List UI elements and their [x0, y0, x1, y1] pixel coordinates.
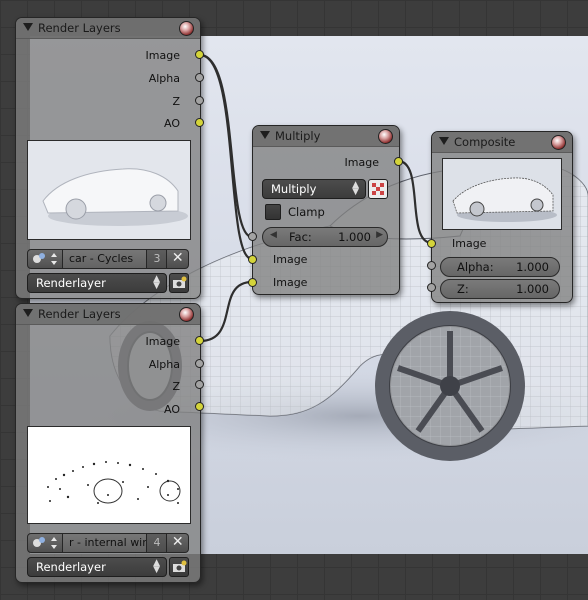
socket-composite-image[interactable]: [427, 239, 436, 248]
scene-user-count: 4: [147, 533, 168, 553]
render-preview-thumbnail: [27, 426, 191, 524]
socket-rl2-z[interactable]: [195, 380, 204, 389]
output-label-z: Z: [172, 95, 180, 108]
triangle-down-icon[interactable]: [23, 23, 33, 31]
checker-icon[interactable]: [368, 179, 388, 199]
right-arrow-icon[interactable]: ▶: [376, 230, 383, 240]
link-rl1-image-to-fac: [199, 53, 253, 239]
z-label: Z:: [457, 282, 469, 296]
scene-selector-row: r - internal wire 4 ✕: [27, 533, 189, 553]
node-title: Render Layers: [38, 21, 121, 35]
sphere-icon[interactable]: [551, 135, 566, 150]
node-header[interactable]: Render Layers: [16, 18, 200, 39]
fac-value: 1.000: [338, 230, 371, 244]
socket-multiply-output-image[interactable]: [394, 157, 403, 166]
link-rl2-image-to-multiply-image2: [199, 280, 253, 343]
composite-preview-thumbnail: [442, 158, 562, 230]
blend-mode-dropdown[interactable]: Multiply ▲ ▼: [262, 179, 366, 199]
socket-rl2-ao[interactable]: [195, 402, 204, 411]
blend-mode-value: Multiply: [271, 182, 317, 196]
left-arrow-icon[interactable]: ◀: [270, 230, 277, 240]
composite-node[interactable]: Composite Image Alpha: 1.000 Z: 1.000: [431, 131, 573, 303]
socket-rl2-image[interactable]: [195, 336, 204, 345]
output-label-z: Z: [172, 380, 180, 393]
x-icon[interactable]: ✕: [167, 249, 189, 269]
link-multiply-to-composite: [397, 159, 433, 245]
scene-selector-row: car - Cycles 3 ✕: [27, 249, 189, 269]
scene-name-field[interactable]: r - internal wire: [63, 533, 148, 553]
multiply-node[interactable]: Multiply Image Multiply ▲ ▼ Clamp ◀ Fac: …: [252, 125, 400, 295]
camera-render-icon[interactable]: [169, 273, 189, 293]
up-down-arrows-icon: ▲ ▼: [153, 558, 160, 575]
sphere-icon[interactable]: [378, 129, 393, 144]
socket-multiply-fac[interactable]: [248, 232, 257, 241]
up-down-arrows-icon: ▲ ▼: [153, 274, 160, 291]
node-title: Render Layers: [38, 307, 121, 321]
triangle-down-icon[interactable]: [23, 309, 33, 317]
output-label-alpha: Alpha: [148, 72, 180, 85]
triangle-down-icon[interactable]: [439, 137, 449, 145]
wire-render-preview: [28, 427, 190, 523]
socket-multiply-image-2[interactable]: [248, 278, 257, 287]
node-header[interactable]: Render Layers: [16, 304, 200, 325]
socket-composite-z[interactable]: [427, 283, 436, 292]
sphere-icon[interactable]: [179, 307, 194, 322]
alpha-label: Alpha:: [457, 260, 494, 274]
socket-multiply-image-1[interactable]: [248, 255, 257, 264]
car-composite-preview: [443, 159, 561, 229]
x-icon[interactable]: ✕: [167, 533, 189, 553]
output-label-image: Image: [145, 335, 180, 348]
output-label-alpha: Alpha: [148, 358, 180, 371]
clamp-label: Clamp: [288, 205, 325, 219]
output-label-ao: AO: [164, 403, 180, 416]
scene-user-count: 3: [147, 249, 168, 269]
node-header[interactable]: Composite: [432, 132, 572, 153]
input-label-image: Image: [452, 237, 487, 250]
scene-browse-glyph: [33, 537, 57, 549]
input-label-image-1: Image: [273, 253, 308, 266]
up-down-arrows-icon: ▲ ▼: [352, 180, 359, 197]
render-layer-dropdown[interactable]: Renderlayer ▲ ▼: [27, 273, 167, 293]
render-preview-thumbnail: [27, 140, 191, 240]
output-label-ao: AO: [164, 117, 180, 130]
z-field[interactable]: Z: 1.000: [440, 279, 560, 299]
scene-browse-glyph: [33, 253, 57, 265]
clamp-checkbox[interactable]: [265, 204, 281, 220]
z-value: 1.000: [516, 282, 549, 296]
camera-glyph: [173, 276, 187, 288]
camera-glyph: [173, 560, 187, 572]
fac-field[interactable]: ◀ Fac: 1.000 ▶: [262, 227, 388, 247]
scene-browse-icon[interactable]: [27, 249, 63, 269]
scene-browse-icon[interactable]: [27, 533, 63, 553]
node-header[interactable]: Multiply: [253, 126, 399, 147]
input-label-image-2: Image: [273, 276, 308, 289]
fac-label: Fac:: [289, 230, 312, 244]
render-layer-value: Renderlayer: [36, 560, 106, 574]
camera-render-icon[interactable]: [169, 557, 189, 577]
socket-rl1-ao[interactable]: [195, 118, 204, 127]
sphere-icon[interactable]: [179, 21, 194, 36]
render-layer-value: Renderlayer: [36, 276, 106, 290]
render-layer-dropdown[interactable]: Renderlayer ▲ ▼: [27, 557, 167, 577]
car-render-preview: [28, 141, 190, 239]
output-label-image: Image: [344, 156, 379, 169]
scene-name-field[interactable]: car - Cycles: [63, 249, 148, 269]
socket-rl1-image[interactable]: [195, 50, 204, 59]
triangle-down-icon[interactable]: [260, 131, 270, 139]
alpha-field[interactable]: Alpha: 1.000: [440, 257, 560, 277]
node-title: Multiply: [275, 129, 321, 143]
render-layers-node-2[interactable]: Render Layers Image Alpha Z AO r - inter…: [15, 303, 201, 583]
output-label-image: Image: [145, 49, 180, 62]
socket-rl2-alpha[interactable]: [195, 359, 204, 368]
node-title: Composite: [454, 135, 516, 149]
checker-glyph: [372, 183, 384, 195]
render-layers-node-1[interactable]: Render Layers Image Alpha Z AO car - Cyc…: [15, 17, 201, 299]
alpha-value: 1.000: [516, 260, 549, 274]
socket-rl1-alpha[interactable]: [195, 73, 204, 82]
socket-rl1-z[interactable]: [195, 96, 204, 105]
socket-composite-alpha[interactable]: [427, 261, 436, 270]
